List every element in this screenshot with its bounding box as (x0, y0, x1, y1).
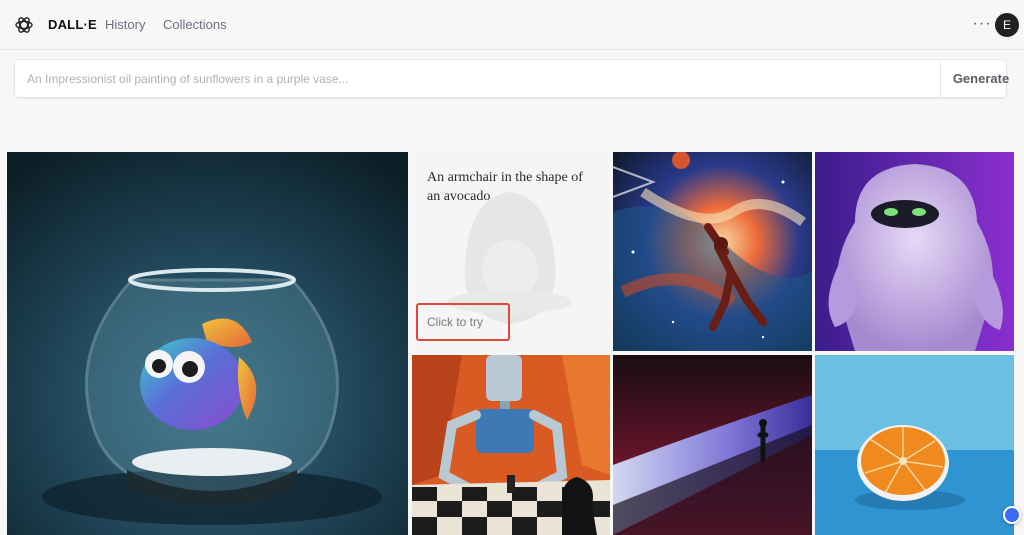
generate-button[interactable]: Generate (941, 60, 1021, 97)
chat-help-icon[interactable] (1003, 506, 1021, 524)
gallery-tile-purple-yeti[interactable] (815, 152, 1014, 351)
featured-prompt-caption: An armchair in the shape of an avocado (427, 170, 583, 204)
gallery-tile-orange[interactable] (815, 355, 1014, 535)
prompt-input[interactable] (15, 60, 925, 97)
orange-half-image (815, 355, 1014, 535)
gallery-tile-fishbowl[interactable] (7, 152, 408, 535)
featured-prompt-card[interactable]: An armchair in the shape of an avocado C… (410, 152, 610, 352)
robot-chess-image (412, 355, 610, 535)
click-to-try-button[interactable]: Click to try (416, 303, 510, 341)
gallery-tile-light-wave[interactable] (613, 355, 812, 535)
user-avatar[interactable]: E (995, 13, 1019, 37)
top-navigation-bar: DALL·E History Collections ··· E (0, 0, 1024, 50)
brand-link[interactable]: DALL·E (48, 17, 97, 32)
space-basketball-image (613, 152, 812, 351)
nav-history-link[interactable]: History (105, 17, 145, 32)
light-wave-image (613, 355, 812, 535)
prompt-bar: Generate (15, 60, 1009, 97)
more-options-icon[interactable]: ··· (972, 12, 992, 36)
openai-logo-icon[interactable] (14, 15, 34, 35)
gallery-tile-robot-chess[interactable] (412, 355, 610, 535)
purple-yeti-image (815, 152, 1014, 351)
gallery-tile-space-basketball[interactable] (613, 152, 812, 351)
fishbowl-image (7, 152, 408, 535)
nav-collections-link[interactable]: Collections (163, 17, 227, 32)
